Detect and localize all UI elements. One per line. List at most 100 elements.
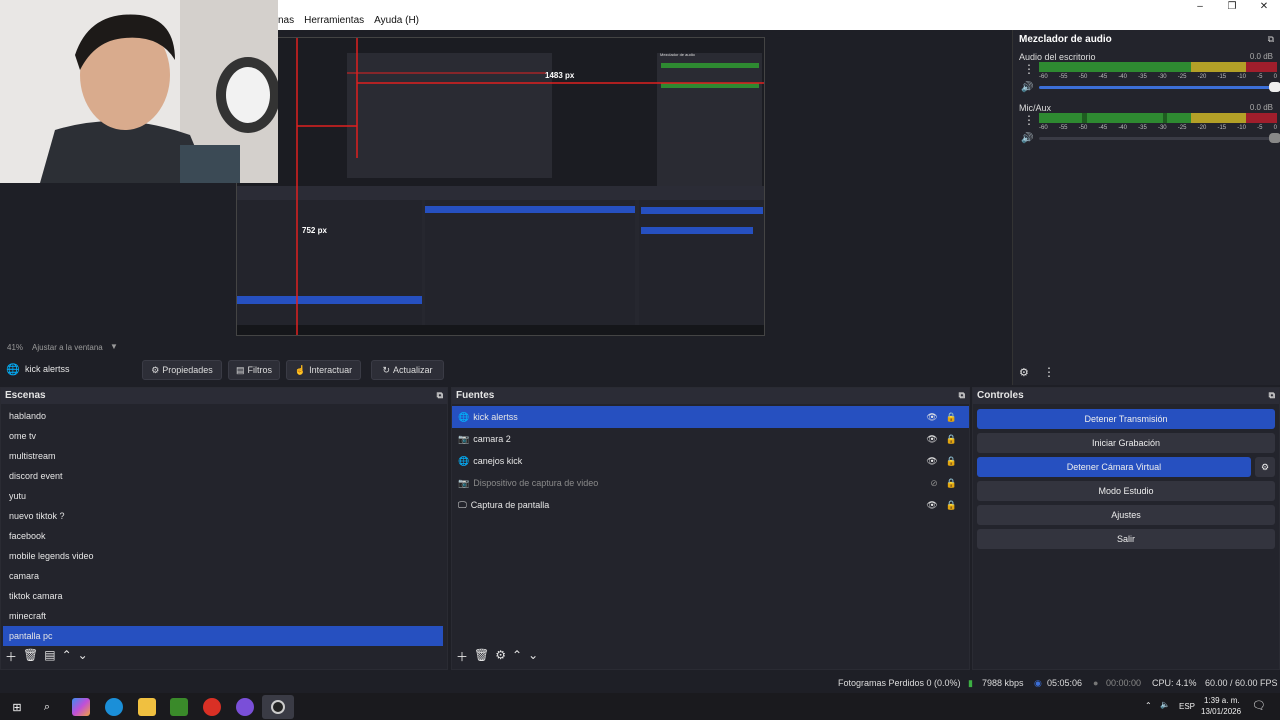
scene-item[interactable]: discord event <box>3 466 445 486</box>
source-item[interactable]: 🖵 Captura de pantalla 👁 🔒 <box>452 494 969 516</box>
add-icon[interactable]: ＋ <box>5 648 17 665</box>
undock-icon[interactable]: ⧉ <box>1268 34 1274 45</box>
chevron-down-icon[interactable]: ▼ <box>110 342 118 351</box>
filters-button[interactable]: ▤ Filtros <box>228 360 280 380</box>
slider-handle[interactable] <box>1269 133 1280 143</box>
scene-item[interactable]: minecraft <box>3 606 445 626</box>
edge-icon[interactable] <box>105 698 123 716</box>
settings-button[interactable]: Ajustes <box>977 505 1275 525</box>
close-button[interactable]: ✕ <box>1248 0 1280 14</box>
eye-icon[interactable]: 👁 <box>926 450 937 472</box>
scene-item[interactable]: nuevo tiktok ? <box>3 506 445 526</box>
minimize-button[interactable]: – <box>1184 0 1216 14</box>
properties-button[interactable]: ⚙ Propiedades <box>142 360 222 380</box>
volume-slider[interactable] <box>1039 133 1280 143</box>
advanced-audio-icon[interactable]: ⚙ <box>1019 366 1029 379</box>
copilot-icon[interactable] <box>72 698 90 716</box>
more-options-icon[interactable]: ⋮ <box>1023 62 1035 76</box>
source-item-hidden[interactable]: 📷 Dispositivo de captura de video ⊘ 🔒 <box>452 472 969 494</box>
webcam-overlay <box>0 0 278 183</box>
selected-source-name: kick alertss <box>25 364 70 374</box>
volume-tray-icon[interactable]: 🔈 <box>1160 700 1170 709</box>
obs-icon[interactable] <box>262 695 294 719</box>
source-item[interactable]: 📷 camara 2 👁 🔒 <box>452 428 969 450</box>
mixer-menu-icon[interactable]: ⋮ <box>1043 365 1055 379</box>
studio-mode-button[interactable]: Modo Estudio <box>977 481 1275 501</box>
volume-slider[interactable] <box>1039 82 1280 92</box>
eye-icon[interactable]: 👁 <box>926 428 937 450</box>
source-toolbar: 🌐 kick alertss ⚙ Propiedades ▤ Filtros ☝ In… <box>0 358 1008 382</box>
undock-icon[interactable]: ⧉ <box>1269 390 1275 401</box>
gear-icon[interactable]: ⚙ <box>495 648 506 665</box>
scene-item[interactable]: facebook <box>3 526 445 546</box>
undock-icon[interactable]: ⧉ <box>959 390 965 401</box>
scene-item[interactable]: tiktok camara <box>3 586 445 606</box>
scene-item[interactable]: hablando <box>3 406 445 426</box>
menu-item-ventanas[interactable]: nas <box>278 15 294 31</box>
stop-streaming-button[interactable]: Detener Transmisión <box>977 409 1275 429</box>
menu-item-ayuda[interactable]: Ayuda (H) <box>374 15 419 31</box>
lock-icon[interactable]: 🔒 <box>946 494 957 516</box>
gear-icon: ⚙ <box>151 364 160 375</box>
camera-icon: 📷 <box>458 478 470 488</box>
audio-mixer-title: Mezclador de audio <box>1019 34 1112 45</box>
sources-header: Fuentes ⧉ <box>452 388 969 404</box>
scenes-footer: ＋ 🗑 ▤ ⌃ ⌄ <box>1 648 88 665</box>
eye-icon[interactable]: 👁 <box>926 494 937 516</box>
channel-name: Mic/Aux <box>1019 103 1052 113</box>
preview-image <box>237 38 764 335</box>
program-preview[interactable]: 1483 px 752 px Mezclador de audio <box>236 37 765 336</box>
move-up-icon[interactable]: ⌃ <box>512 648 522 665</box>
scene-item[interactable]: ome tv <box>3 426 445 446</box>
undock-icon[interactable]: ⧉ <box>437 390 443 401</box>
lock-icon[interactable]: 🔒 <box>946 406 957 428</box>
controls-header: Controles ⧉ <box>973 388 1279 404</box>
more-options-icon[interactable]: ⋮ <box>1023 113 1035 127</box>
windows-start-icon[interactable]: ⊞ <box>8 698 26 716</box>
trash-icon[interactable]: 🗑 <box>474 648 489 665</box>
move-down-icon[interactable]: ⌄ <box>78 648 88 665</box>
speaker-icon[interactable]: 🔊 <box>1021 82 1033 93</box>
maximize-button[interactable]: ❐ <box>1216 0 1248 14</box>
chrome-icon[interactable] <box>203 698 221 716</box>
language-indicator[interactable]: ESP <box>1179 702 1195 711</box>
move-down-icon[interactable]: ⌄ <box>528 648 538 665</box>
add-icon[interactable]: ＋ <box>456 648 468 665</box>
eye-closed-icon[interactable]: ⊘ <box>930 472 938 494</box>
mixer-channel-mic: Mic/Aux 0.0 dB ⋮ -60 -55 -50 -45 -40 -35 -30 -2… <box>1019 103 1280 144</box>
lock-icon[interactable]: 🔒 <box>946 472 957 494</box>
app-icon[interactable] <box>236 698 254 716</box>
scene-item-selected[interactable]: pantalla pc <box>3 626 443 646</box>
start-recording-button[interactable]: Iniciar Grabación <box>977 433 1275 453</box>
minecraft-icon[interactable] <box>170 698 188 716</box>
clock-date[interactable]: 13/01/2026 <box>1201 707 1241 716</box>
refresh-button[interactable]: ↻ Actualizar <box>371 360 444 380</box>
measure-horizontal-label: 1483 px <box>545 71 575 80</box>
source-item[interactable]: 🌐 canejos kick 👁 🔒 <box>452 450 969 472</box>
clock-time[interactable]: 1:39 a. m. <box>1204 696 1240 705</box>
speaker-icon[interactable]: 🔊 <box>1021 133 1033 144</box>
lock-icon[interactable]: 🔒 <box>946 450 957 472</box>
trash-icon[interactable]: 🗑 <box>23 648 38 665</box>
scene-item[interactable]: mobile legends video <box>3 546 445 566</box>
filter-icon[interactable]: ▤ <box>44 648 55 665</box>
zoom-mode-dropdown[interactable]: Ajustar a la ventana <box>32 343 103 352</box>
search-icon[interactable]: ⌕ <box>38 698 56 716</box>
slider-handle[interactable] <box>1269 82 1280 92</box>
notification-icon[interactable]: 🗨 <box>1252 699 1266 712</box>
scene-item[interactable]: multistream <box>3 446 445 466</box>
filter-icon: ▤ <box>235 364 245 375</box>
move-up-icon[interactable]: ⌃ <box>62 648 72 665</box>
lock-icon[interactable]: 🔒 <box>946 428 957 450</box>
eye-icon[interactable]: 👁 <box>926 406 937 428</box>
stop-virtual-camera-button[interactable]: Detener Cámara Virtual <box>977 457 1251 477</box>
file-explorer-icon[interactable] <box>138 698 156 716</box>
exit-button[interactable]: Salir <box>977 529 1275 549</box>
tray-chevron-icon[interactable]: ⌃ <box>1145 701 1152 710</box>
interact-button[interactable]: ☝ Interactuar <box>286 360 361 380</box>
menu-item-herramientas[interactable]: Herramientas <box>304 15 364 31</box>
scene-item[interactable]: camara <box>3 566 445 586</box>
virtual-camera-settings-button[interactable]: ⚙ <box>1255 457 1275 477</box>
source-item-selected[interactable]: 🌐 kick alertss 👁 🔒 <box>452 406 969 428</box>
scene-item[interactable]: yutu <box>3 486 445 506</box>
